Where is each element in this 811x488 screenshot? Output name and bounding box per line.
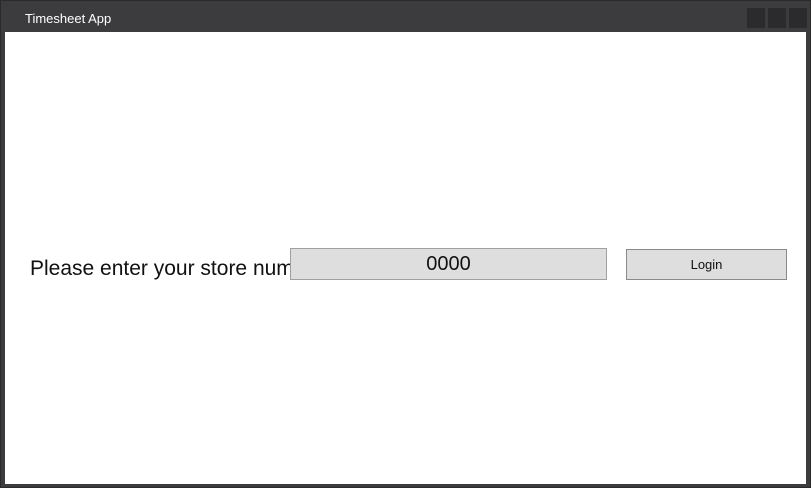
window-title: Timesheet App [25, 11, 112, 26]
close-button[interactable] [789, 8, 807, 28]
content-area: Please enter your store num: Login [5, 32, 806, 484]
store-number-label: Please enter your store num: [30, 257, 300, 280]
maximize-button[interactable] [768, 8, 786, 28]
title-bar[interactable]: Timesheet App [1, 1, 810, 31]
app-window: Timesheet App Please enter your store nu… [0, 0, 811, 488]
login-button[interactable]: Login [626, 249, 787, 280]
store-number-input[interactable] [290, 248, 607, 280]
minimize-button[interactable] [747, 8, 765, 28]
